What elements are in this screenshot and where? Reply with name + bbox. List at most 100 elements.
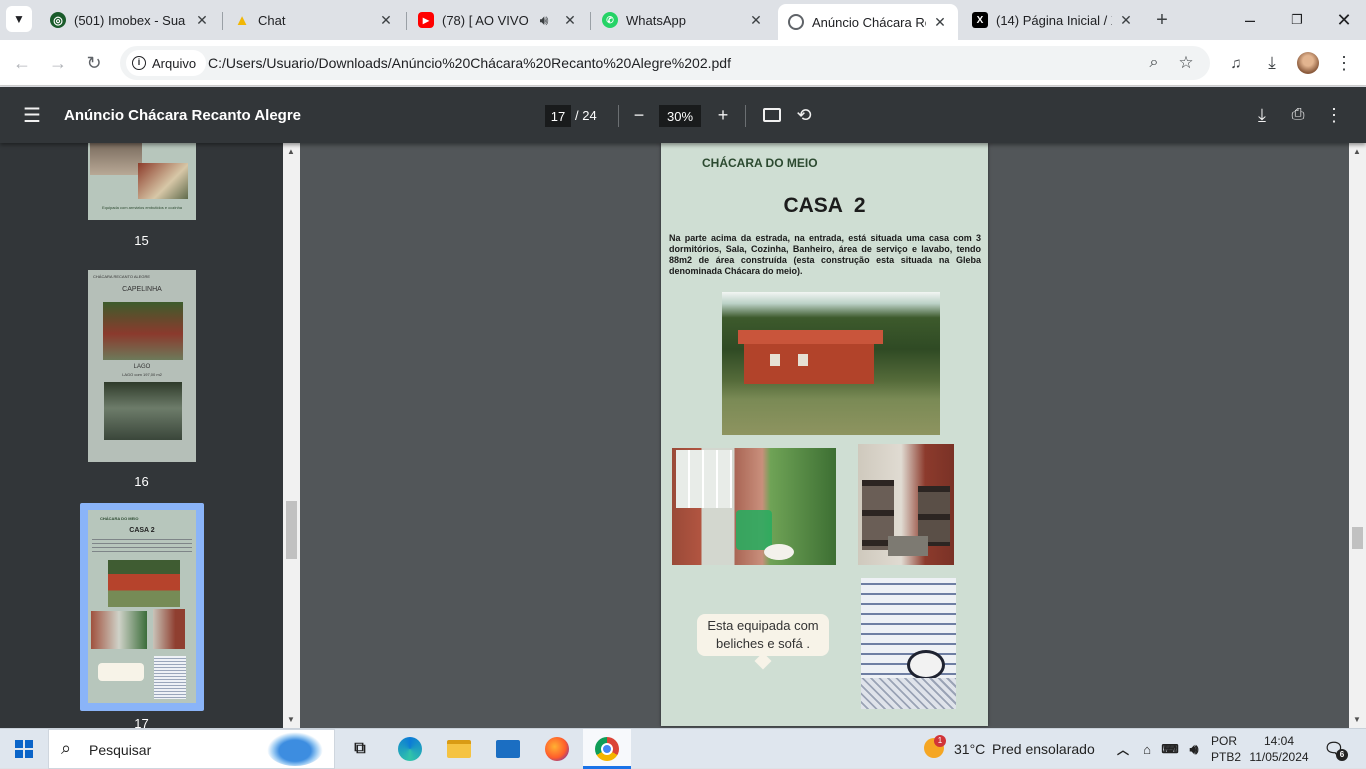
chip-label: Arquivo (152, 55, 197, 71)
download-icon[interactable]: ⤓ (1250, 103, 1274, 127)
keyboard-layout: PTB2 (1211, 750, 1242, 764)
weather-desc: Pred ensolarado (992, 741, 1095, 757)
fit-page-icon[interactable] (760, 103, 784, 127)
close-icon[interactable]: ✕ (748, 12, 764, 28)
bookmark-star-icon[interactable]: ☆ (1172, 49, 1200, 77)
close-icon[interactable]: ✕ (378, 12, 394, 28)
tab-separator (406, 12, 407, 30)
minimize-button[interactable]: – (1236, 6, 1264, 34)
search-placeholder: Pesquisar (89, 742, 152, 758)
notification-count: 6 (1336, 749, 1348, 761)
edge-icon[interactable] (396, 735, 424, 763)
weather-badge: 1 (934, 735, 946, 747)
weather-widget[interactable]: 1 31°C Pred ensolarado (922, 729, 1102, 769)
language-code: POR (1211, 734, 1238, 748)
address-bar[interactable]: i Arquivo C:/Users/Usuario/Downloads/Anú… (120, 46, 1210, 80)
zoom-level-input[interactable]: 30% (659, 105, 701, 127)
tab-chat[interactable]: ▲ Chat ✕ (224, 4, 404, 36)
tab-x[interactable]: X (14) Página Inicial / X ✕ (962, 4, 1144, 36)
zoom-out-button[interactable]: − (627, 103, 651, 127)
zoom-in-button[interactable]: + (711, 103, 735, 127)
tab-imobex[interactable]: ◎ (501) Imobex - Sua im ✕ (40, 4, 220, 36)
tab-search-button[interactable]: ▼ (6, 6, 32, 32)
thumbnail-photo (104, 382, 182, 440)
clock[interactable]: 14:04 11/05/2024 (1246, 733, 1312, 765)
browser-toolbar: ← → ↻ i Arquivo C:/Users/Usuario/Downloa… (0, 40, 1366, 86)
bedroom-photo (858, 444, 954, 565)
reload-button[interactable]: ↻ (80, 49, 108, 77)
clock-date: 11/05/2024 (1249, 750, 1309, 764)
windows-start-icon[interactable] (10, 735, 38, 763)
thumbnail-page-16[interactable]: CHÁCARA RECANTO ALEGRE CAPELINHA LAGO LA… (88, 270, 196, 462)
url-text: C:/Users/Usuario/Downloads/Anúncio%20Chá… (208, 55, 731, 71)
toolbar-divider (745, 105, 746, 127)
pdf-viewer[interactable]: CHÁCARA DO MEIO CASA 2 Na parte acima da… (300, 143, 1349, 728)
sidebar-scroll-thumb[interactable] (286, 501, 297, 559)
pdf-more-icon[interactable]: ⋮ (1322, 103, 1346, 127)
mail-icon[interactable] (494, 735, 522, 763)
tab-youtube[interactable]: ▶ (78) [ AO VIVO ] L 🔊︎ ✕ (408, 4, 588, 36)
forward-button[interactable]: → (44, 49, 72, 77)
taskbar-search-box[interactable]: ⌕ Pesquisar (48, 729, 335, 769)
scroll-up-arrow[interactable]: ▲ (287, 147, 295, 156)
window-close-button[interactable]: ✕ (1330, 6, 1358, 34)
youtube-icon: ▶ (418, 12, 434, 28)
back-button[interactable]: ← (8, 49, 36, 77)
profile-avatar[interactable] (1294, 49, 1322, 77)
print-icon[interactable]: ⎙ (1286, 103, 1310, 127)
chat-icon: ▲ (234, 11, 250, 29)
browser-menu-icon[interactable]: ⋮ (1330, 49, 1358, 77)
scroll-up-arrow[interactable]: ▲ (1353, 147, 1361, 156)
restore-button[interactable]: ❐ (1283, 6, 1311, 34)
close-icon[interactable]: ✕ (1118, 12, 1134, 28)
thumbnail-page-15[interactable]: Equipada com armários embutidos e cozinh… (88, 143, 196, 220)
rotate-icon[interactable]: ⟲ (792, 103, 816, 127)
scroll-down-arrow[interactable]: ▼ (287, 715, 295, 724)
caption-line: beliches e sofá . (716, 636, 810, 651)
thumbnail-photo (90, 143, 142, 175)
site-info-chip[interactable]: i Arquivo (126, 50, 207, 76)
scroll-down-arrow[interactable]: ▼ (1353, 715, 1361, 724)
thumbnail-title: LAGO (133, 364, 151, 370)
volume-icon[interactable]: 🔊︎ (1180, 735, 1208, 763)
new-tab-button[interactable]: + (1148, 6, 1176, 34)
page-header: CHÁCARA DO MEIO (702, 156, 818, 170)
zoom-icon[interactable]: ⌕ (1140, 49, 1168, 77)
firefox-icon[interactable] (543, 735, 571, 763)
main-scroll-thumb[interactable] (1352, 527, 1363, 549)
tab-strip: ▼ ◎ (501) Imobex - Sua im ✕ ▲ Chat ✕ ▶ (… (0, 0, 1366, 40)
thumbnail-photo (91, 611, 147, 649)
speaker-icon[interactable]: 🔊︎ (536, 12, 552, 28)
file-explorer-icon[interactable] (445, 735, 473, 763)
close-icon[interactable]: ✕ (932, 14, 948, 30)
main-scrollbar[interactable]: ▲ ▼ (1349, 143, 1366, 728)
house-wall (744, 342, 874, 384)
thumbnail-number: 15 (134, 233, 149, 248)
downloads-icon[interactable]: ⤓ (1258, 49, 1286, 77)
tab-label: WhatsApp (626, 12, 686, 28)
thumbnail-photo (153, 609, 185, 649)
tab-separator (590, 12, 591, 30)
porch-chair (736, 510, 772, 550)
tab-pdf-active[interactable]: Anúncio Chácara Rec ✕ (778, 4, 958, 40)
task-view-icon[interactable]: ⧉ (346, 735, 374, 763)
total-pages: / 24 (575, 108, 597, 123)
thumbnail-header: CHÁCARA DO MEIO (100, 516, 139, 521)
language-indicator[interactable]: POR PTB2 (1211, 733, 1241, 765)
chrome-pdf-icon (788, 14, 804, 30)
sidebar-scrollbar[interactable]: ▲ ▼ (283, 143, 300, 728)
chrome-icon[interactable] (593, 735, 621, 763)
thumbnail-page-17[interactable]: CHÁCARA DO MEIO CASA 2 (88, 510, 196, 703)
close-icon[interactable]: ✕ (562, 12, 578, 28)
sidebar-menu-icon[interactable]: ☰ (20, 103, 44, 127)
media-control-icon[interactable]: ♫ (1222, 49, 1250, 77)
notifications-icon[interactable]: 🗨︎ 6 (1320, 735, 1348, 763)
tab-whatsapp[interactable]: ✆ WhatsApp ✕ (592, 4, 774, 36)
caption-line: Esta equipada com (707, 618, 819, 633)
windows-taskbar: ⌕ Pesquisar ⧉ 1 31°C Pred ensolarado ︿ ⌂… (0, 728, 1366, 769)
close-icon[interactable]: ✕ (194, 12, 210, 28)
page-number-input[interactable]: 17 (545, 105, 571, 127)
bird-highlight-icon (267, 732, 323, 766)
floor-rug (888, 536, 928, 556)
x-icon: X (972, 12, 988, 28)
